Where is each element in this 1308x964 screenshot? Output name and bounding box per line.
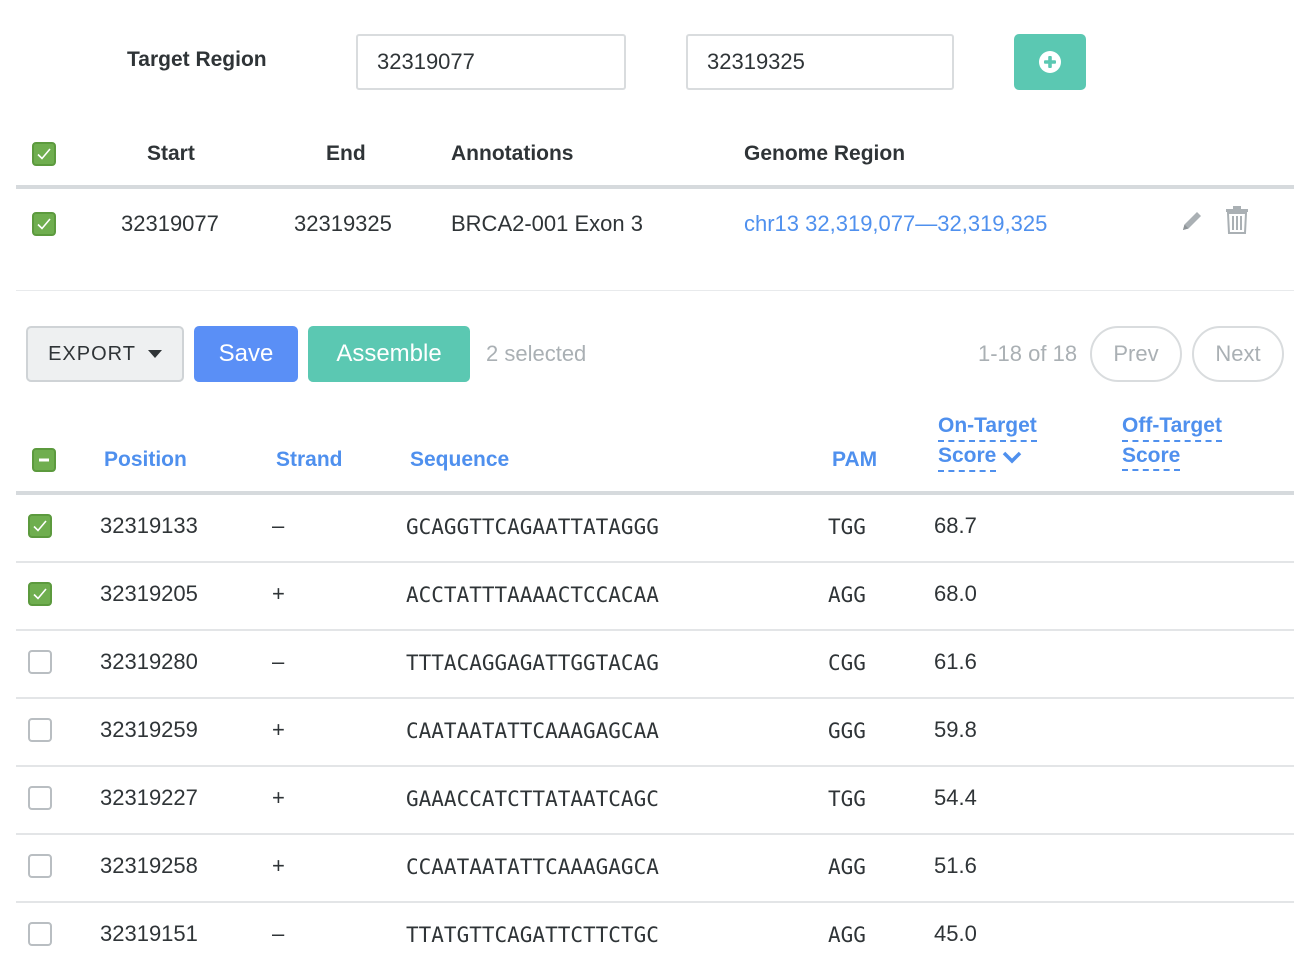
off-target-line1: Off-Target: [1122, 414, 1222, 442]
guide-pam: CGG: [828, 651, 866, 675]
guide-position: 32319133: [100, 513, 198, 538]
guide-pam: AGG: [828, 583, 866, 607]
guide-sequence: GAAACCATCTTATAATCAGC: [406, 787, 659, 811]
guide-strand: +: [272, 581, 285, 606]
caret-down-icon: [147, 350, 162, 358]
selected-count: 2 selected: [486, 341, 587, 366]
guide-sequence: ACCTATTTAAAACTCCACAA: [406, 583, 659, 607]
guide-sequence: TTTACAGGAGATTGGTACAG: [406, 651, 659, 675]
delete-region-button[interactable]: [1224, 205, 1250, 240]
next-page-button[interactable]: Next: [1192, 326, 1284, 382]
column-header-pam[interactable]: PAM: [832, 448, 877, 472]
save-button[interactable]: Save: [194, 326, 298, 382]
guide-sequence: GCAGGTTCAGAATTATAGGG: [406, 515, 659, 539]
genome-region-link[interactable]: chr13 32,319,077—32,319,325: [744, 211, 1047, 237]
region-start-value: 32319077: [121, 211, 219, 236]
prev-page-button[interactable]: Prev: [1090, 326, 1182, 382]
on-target-line2: Score: [938, 444, 997, 472]
check-icon: [37, 218, 51, 230]
column-header-annotations: Annotations: [451, 142, 574, 165]
guide-pam: AGG: [828, 923, 866, 947]
guide-row-checkbox[interactable]: [28, 786, 52, 810]
chevron-down-icon: [1003, 451, 1022, 464]
guide-sequence: CCAATAATATTCAAAGAGCA: [406, 855, 659, 879]
table-row[interactable]: 32319258 + CCAATAATATTCAAAGAGCA AGG 51.6: [16, 835, 1294, 903]
column-header-end: End: [326, 142, 366, 165]
table-row[interactable]: 32319133 – GCAGGTTCAGAATTATAGGG TGG 68.7: [16, 495, 1294, 563]
table-row[interactable]: 32319227 + GAAACCATCTTATAATCAGC TGG 54.4: [16, 767, 1294, 835]
trash-icon: [1226, 206, 1248, 234]
edit-region-button[interactable]: [1178, 207, 1206, 240]
guide-row-checkbox[interactable]: [28, 650, 52, 674]
region-annotation: BRCA2-001 Exon 3: [451, 211, 643, 236]
column-header-off-target-score[interactable]: Off-Target Score: [1122, 414, 1222, 471]
guide-position: 32319205: [100, 581, 198, 606]
guide-on-target-score: 54.4: [934, 785, 977, 810]
region-end-value: 32319325: [294, 211, 392, 236]
add-region-button[interactable]: [1014, 34, 1086, 90]
guide-row-checkbox[interactable]: [28, 582, 52, 606]
region-start-input[interactable]: [356, 34, 626, 90]
guide-strand: –: [272, 649, 285, 674]
guide-on-target-score: 68.7: [934, 513, 977, 538]
guide-strand: +: [272, 717, 285, 742]
table-row[interactable]: 32319280 – TTTACAGGAGATTGGTACAG CGG 61.6: [16, 631, 1294, 699]
export-dropdown-button[interactable]: EXPORT: [26, 326, 184, 382]
check-icon: [37, 148, 51, 160]
guide-row-checkbox[interactable]: [28, 922, 52, 946]
guide-pam: TGG: [828, 787, 866, 811]
guide-strand: +: [272, 785, 285, 810]
guide-pam: TGG: [828, 515, 866, 539]
guide-row-checkbox[interactable]: [28, 514, 52, 538]
guide-on-target-score: 51.6: [934, 853, 977, 878]
guide-sequence: TTATGTTCAGATTCTTCTGC: [406, 923, 659, 947]
table-row[interactable]: 32319205 + ACCTATTTAAAACTCCACAA AGG 68.0: [16, 563, 1294, 631]
column-header-on-target-score[interactable]: On-Target Score: [938, 414, 1037, 472]
column-header-strand[interactable]: Strand: [276, 448, 343, 472]
table-row[interactable]: 32319259 + CAATAATATTCAAAGAGCAA GGG 59.8: [16, 699, 1294, 767]
plus-circle-icon: [1039, 51, 1061, 73]
guide-position: 32319259: [100, 717, 198, 742]
column-header-position[interactable]: Position: [104, 448, 187, 472]
pagination-count: 1-18 of 18: [978, 341, 1078, 366]
guide-on-target-score: 45.0: [934, 921, 977, 946]
guide-on-target-score: 68.0: [934, 581, 977, 606]
region-header-divider: [16, 185, 1294, 189]
check-icon: [33, 588, 47, 600]
select-all-guides-checkbox[interactable]: [32, 448, 56, 472]
region-row-checkbox[interactable]: [32, 212, 56, 236]
guide-position: 32319280: [100, 649, 198, 674]
guide-row-checkbox[interactable]: [28, 718, 52, 742]
select-all-regions-checkbox[interactable]: [32, 142, 56, 166]
table-row[interactable]: 32319151 – TTATGTTCAGATTCTTCTGC AGG 45.0: [16, 903, 1294, 964]
guide-strand: +: [272, 853, 285, 878]
export-label: EXPORT: [48, 342, 136, 365]
guide-position: 32319258: [100, 853, 198, 878]
on-target-line1: On-Target: [938, 414, 1037, 442]
guide-on-target-score: 59.8: [934, 717, 977, 742]
guide-pam: AGG: [828, 855, 866, 879]
target-region-label: Target Region: [127, 48, 267, 71]
pencil-icon: [1183, 212, 1201, 230]
guide-pam: GGG: [828, 719, 866, 743]
guide-row-checkbox[interactable]: [28, 854, 52, 878]
check-icon: [33, 520, 47, 532]
minus-icon: [39, 458, 49, 462]
region-table-bottom-divider: [16, 290, 1294, 291]
assemble-button[interactable]: Assemble: [308, 326, 470, 382]
column-header-genome-region: Genome Region: [744, 142, 906, 165]
off-target-line2: Score: [1122, 444, 1181, 471]
region-end-input[interactable]: [686, 34, 954, 90]
guide-strand: –: [272, 513, 285, 538]
guide-on-target-score: 61.6: [934, 649, 977, 674]
guide-position: 32319227: [100, 785, 198, 810]
column-header-sequence[interactable]: Sequence: [410, 448, 509, 472]
column-header-start: Start: [147, 142, 195, 165]
guide-position: 32319151: [100, 921, 198, 946]
guide-sequence: CAATAATATTCAAAGAGCAA: [406, 719, 659, 743]
guide-strand: –: [272, 921, 285, 946]
